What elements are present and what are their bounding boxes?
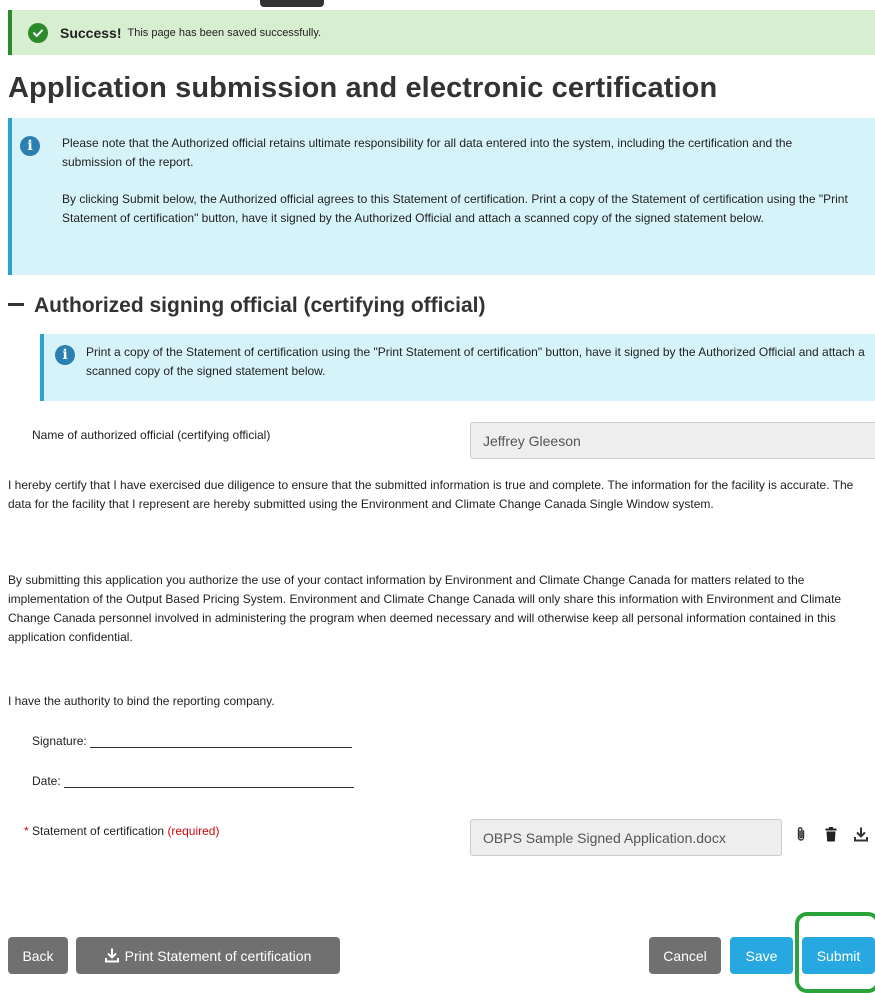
download-icon[interactable] [853, 825, 869, 843]
official-name-field[interactable]: Jeffrey Gleeson [470, 422, 875, 459]
statement-field-label: * Statement of certification (required) [24, 824, 219, 838]
section-title[interactable]: Authorized signing official (certifying … [8, 294, 486, 318]
print-statement-label: Print Statement of certification [124, 947, 312, 964]
success-title: Success! [60, 24, 122, 41]
certification-statement: I hereby certify that I have exercised d… [8, 478, 854, 511]
print-statement-button[interactable]: Print Statement of certification [76, 937, 340, 974]
signature-line: Signature: [32, 734, 353, 748]
page-title: Application submission and electronic ce… [8, 72, 718, 104]
statement-file-field[interactable]: OBPS Sample Signed Application.docx [470, 819, 782, 856]
check-circle-icon [28, 22, 48, 43]
trash-icon[interactable] [823, 825, 839, 843]
required-asterisk: * [24, 824, 29, 838]
save-button[interactable]: Save [730, 937, 793, 974]
section-title-text: Authorized signing official (certifying … [34, 294, 486, 317]
date-line: Date: [32, 774, 355, 788]
intro-notice-text-1: Please note that the Authorized official… [62, 136, 793, 169]
collapse-minus-icon[interactable] [8, 303, 24, 307]
info-circle-icon: i [20, 136, 40, 156]
official-name-value: Jeffrey Gleeson [483, 432, 581, 449]
authority-statement: I have the authority to bind the reporti… [8, 694, 275, 708]
section-notice: i Print a copy of the Statement of certi… [40, 334, 875, 401]
date-blank [64, 775, 355, 788]
cancel-button[interactable]: Cancel [649, 937, 721, 974]
back-button[interactable]: Back [8, 937, 68, 974]
signature-label: Signature: [32, 734, 87, 748]
paperclip-icon[interactable] [793, 825, 809, 843]
intro-notice-text-2: By clicking Submit below, the Authorized… [62, 192, 848, 225]
top-tab-stub [260, 0, 324, 7]
success-alert: Success! This page has been saved succes… [8, 10, 875, 55]
section-notice-text: Print a copy of the Statement of certifi… [86, 345, 865, 378]
info-circle-icon: i [55, 345, 75, 365]
file-actions [793, 825, 869, 843]
submit-button[interactable]: Submit [802, 937, 875, 974]
required-text: (required) [167, 824, 220, 838]
statement-file-name: OBPS Sample Signed Application.docx [483, 829, 726, 846]
statement-label-text: Statement of certification [32, 824, 165, 838]
download-icon [104, 948, 119, 963]
signature-blank [90, 735, 353, 748]
intro-notice: i Please note that the Authorized offici… [8, 118, 875, 275]
official-name-label: Name of authorized official (certifying … [32, 428, 271, 442]
date-label: Date: [32, 774, 61, 788]
success-message: This page has been saved successfully. [127, 26, 322, 39]
authorization-statement: By submitting this application you autho… [8, 573, 842, 644]
